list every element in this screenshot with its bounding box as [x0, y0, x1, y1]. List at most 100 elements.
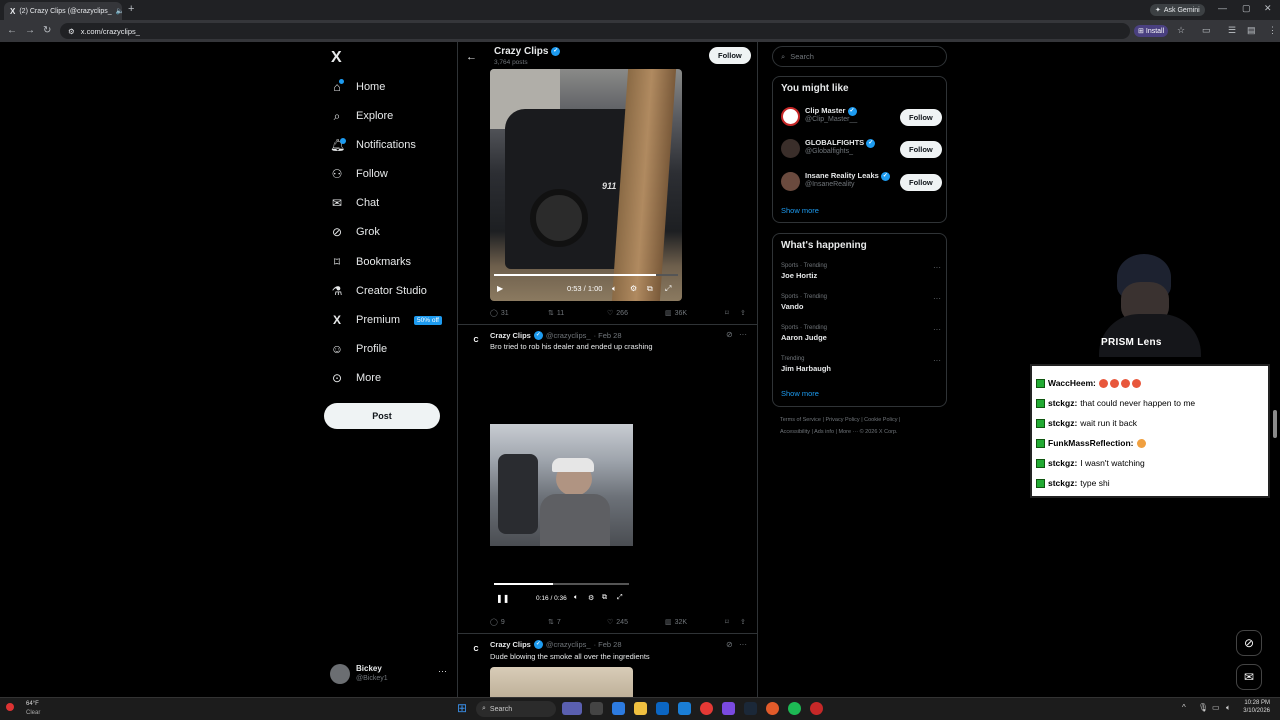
messages-floating-icon[interactable]: ✉ — [1236, 664, 1262, 690]
trend-item[interactable]: Sports · Trending Vando ··· — [781, 294, 941, 311]
spotify-icon[interactable] — [788, 702, 801, 715]
fullscreen-icon[interactable]: ⤢ — [665, 284, 671, 294]
sidepanel-icon[interactable]: ▭ — [1202, 25, 1211, 36]
repost-button[interactable]: ⇅ 11 — [548, 309, 564, 318]
footer-links[interactable]: Accessibility | Ads info | More ··· © 20… — [780, 429, 898, 435]
task-view-icon[interactable] — [590, 702, 603, 715]
tweet-author-handle[interactable]: @crazyclips_ — [546, 331, 591, 340]
share-icon[interactable]: ⇪ — [740, 618, 746, 626]
store-icon[interactable] — [656, 702, 669, 715]
show-more-link[interactable]: Show more — [781, 389, 819, 398]
chrome-menu-icon[interactable]: ⋮ — [1268, 25, 1277, 36]
views-button[interactable]: ▥ 36K — [665, 309, 687, 318]
browser-tab[interactable]: X (2) Crazy Clips (@crazyclips_ 🔈 ✕ — [4, 2, 122, 20]
follow-button[interactable]: Follow — [900, 141, 942, 158]
footer-links[interactable]: Terms of Service | Privacy Policy | Cook… — [780, 417, 900, 423]
trend-more-icon[interactable]: ··· — [933, 263, 941, 272]
show-more-link[interactable]: Show more — [781, 206, 819, 215]
network-icon[interactable]: ▭ — [1212, 703, 1220, 712]
account-switcher[interactable]: Bickey @Bickey1 ··· — [330, 662, 450, 686]
tweet-date[interactable]: · Feb 28 — [594, 331, 622, 340]
video-player[interactable]: 911 ▶ 0:53 / 1:00 🔈︎ ⚙ ⧉ ⤢ — [490, 69, 682, 301]
nav-premium[interactable]: X Premium 50% off — [330, 309, 442, 331]
play-icon[interactable]: ▶ — [497, 284, 503, 293]
views-button[interactable]: ▥ 32K — [665, 618, 687, 627]
trend-more-icon[interactable]: ··· — [933, 325, 941, 334]
video-progress-track[interactable] — [494, 583, 629, 585]
trend-item[interactable]: Trending Jim Harbaugh ··· — [781, 356, 941, 373]
nav-chat[interactable]: ✉ Chat — [330, 192, 379, 214]
avatar[interactable]: C — [469, 334, 483, 348]
bookmark-star-icon[interactable]: ☆ — [1177, 25, 1185, 36]
video-player[interactable] — [490, 667, 633, 697]
reply-button[interactable]: ◯ 31 — [490, 309, 509, 318]
weather-widget[interactable]: 64°F Clear — [6, 701, 46, 719]
file-explorer-icon[interactable] — [634, 702, 647, 715]
nav-creator-studio[interactable]: ⚗ Creator Studio — [330, 280, 427, 302]
back-arrow-icon[interactable]: ← — [466, 51, 477, 63]
site-info-icon[interactable]: ⚙ — [68, 27, 75, 36]
settings-icon[interactable]: ⚙ — [588, 594, 594, 602]
reply-button[interactable]: ◯ 9 — [490, 618, 505, 627]
follow-button[interactable]: Follow — [900, 174, 942, 191]
clock[interactable]: 10:28 PM 3/10/2026 — [1240, 700, 1270, 714]
install-app-button[interactable]: ⊞ Install — [1134, 25, 1169, 37]
pause-icon[interactable]: ❚❚ — [496, 594, 509, 603]
grok-explain-icon[interactable]: ⊘ — [726, 640, 733, 649]
tweet-more-icon[interactable]: ··· — [739, 640, 747, 649]
obs-icon[interactable] — [722, 702, 735, 715]
x-logo[interactable]: X — [331, 49, 342, 67]
share-icon[interactable]: ⇪ — [740, 309, 746, 317]
app-icon[interactable] — [810, 702, 823, 715]
trend-item[interactable]: Sports · Trending Aaron Judge ··· — [781, 325, 941, 342]
minimize-icon[interactable]: — — [1218, 3, 1227, 13]
bookmark-button[interactable]: ⌑ — [725, 618, 729, 626]
tweet-date[interactable]: · Feb 28 — [594, 640, 622, 649]
steam-icon[interactable] — [744, 702, 757, 715]
taskbar-search[interactable]: ⌕ Search — [476, 701, 556, 717]
account-menu-icon[interactable]: ··· — [438, 666, 447, 676]
follow-button[interactable]: Follow — [709, 47, 751, 64]
mic-icon[interactable]: 🎙︎ — [1198, 703, 1208, 712]
tweet-author-handle[interactable]: @crazyclips_ — [546, 640, 591, 649]
like-button[interactable]: ♡ 266 — [607, 309, 628, 318]
copilot-icon[interactable] — [612, 702, 625, 715]
volume-icon[interactable]: 🔈︎ — [612, 284, 617, 294]
address-bar[interactable]: ⚙ x.com/crazyclips_ — [60, 23, 1130, 39]
tweet-more-icon[interactable]: ··· — [739, 330, 747, 339]
windows-start-icon[interactable]: ⊞ — [457, 701, 467, 715]
video-progress-track[interactable] — [494, 274, 678, 276]
tweet-author-name[interactable]: Crazy Clips — [490, 331, 531, 340]
nav-explore[interactable]: ⌕ Explore — [330, 105, 394, 127]
pip-icon[interactable]: ⧉ — [647, 284, 653, 294]
tray-chevron-icon[interactable]: ^ — [1182, 703, 1186, 712]
trend-more-icon[interactable]: ··· — [933, 356, 941, 365]
post-button[interactable]: Post — [324, 403, 440, 429]
forward-icon[interactable]: → — [25, 25, 35, 36]
grok-explain-icon[interactable]: ⊘ — [726, 330, 733, 339]
volume-icon[interactable]: 🔈︎ — [1226, 703, 1231, 713]
bookmark-button[interactable]: ⌑ — [725, 309, 729, 317]
window-close-icon[interactable]: ✕ — [1264, 3, 1272, 14]
like-button[interactable]: ♡ 245 — [607, 618, 628, 627]
reload-icon[interactable]: ↻ — [43, 25, 51, 36]
nav-profile[interactable]: ☺ Profile — [330, 338, 387, 360]
ask-gemini-button[interactable]: ✦ Ask Gemini — [1150, 4, 1205, 16]
nav-follow[interactable]: ⚇ Follow — [330, 163, 388, 185]
video-player[interactable]: ❚❚ 0:16 / 0:36 🔈︎ ⚙ ⧉ ⤢ — [490, 358, 633, 610]
nav-grok[interactable]: ⊘ Grok — [330, 221, 380, 243]
tweet-author-name[interactable]: Crazy Clips — [490, 640, 531, 649]
trend-item[interactable]: Sports · Trending Joe Hortiz ··· — [781, 263, 941, 280]
repost-button[interactable]: ⇅ 7 — [548, 618, 561, 627]
nav-home[interactable]: ⌂ Home — [330, 76, 385, 98]
chrome-icon[interactable] — [700, 702, 713, 715]
extensions-icon[interactable]: ☰ — [1228, 25, 1236, 36]
tab-audio-icon[interactable]: 🔈 — [116, 7, 122, 15]
new-tab-icon[interactable]: + — [128, 3, 134, 15]
grok-floating-icon[interactable]: ⊘ — [1236, 630, 1262, 656]
maximize-icon[interactable]: ▢ — [1242, 3, 1251, 14]
widgets-icon[interactable] — [562, 702, 582, 715]
fullscreen-icon[interactable]: ⤢ — [617, 594, 623, 602]
settings-icon[interactable]: ⚙ — [630, 284, 637, 293]
page-scrollbar[interactable] — [1273, 410, 1277, 438]
